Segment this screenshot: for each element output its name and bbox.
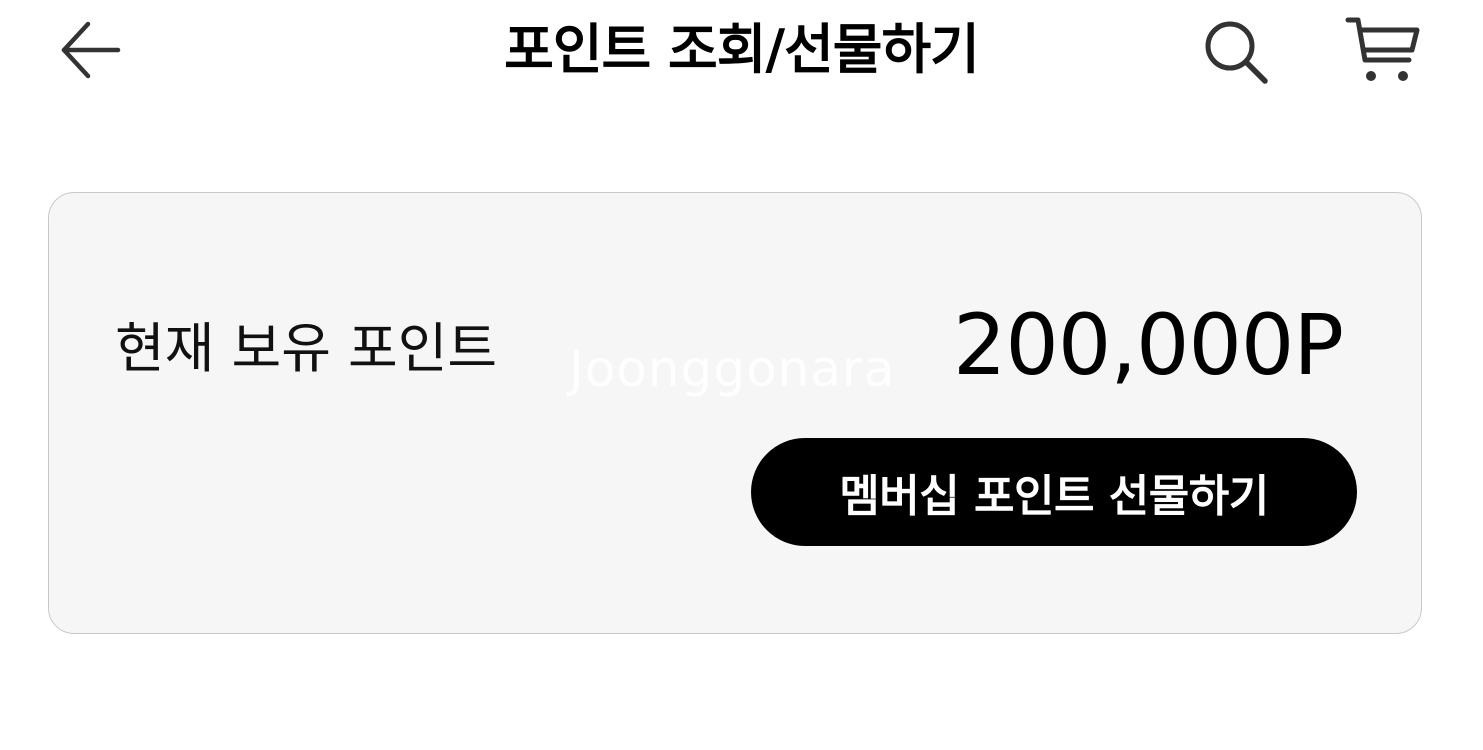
current-points-label: 현재 보유 포인트 [115,317,498,380]
cart-icon [1345,17,1420,81]
current-points-value: 200,000P [952,296,1344,394]
gift-button-label: 멤버십 포인트 선물하기 [839,471,1269,522]
search-icon [1205,21,1268,84]
points-card: 현재 보유 포인트 Joonggonara 200,000P 멤버십 포인트 선… [48,192,1422,634]
app-header: 포인트 조회/선물하기 [0,0,1483,110]
cart-button[interactable] [1340,10,1426,90]
search-button[interactable] [1196,12,1276,92]
gift-membership-points-button[interactable]: 멤버십 포인트 선물하기 [751,438,1357,546]
watermark-text: Joonggonara [569,340,896,398]
